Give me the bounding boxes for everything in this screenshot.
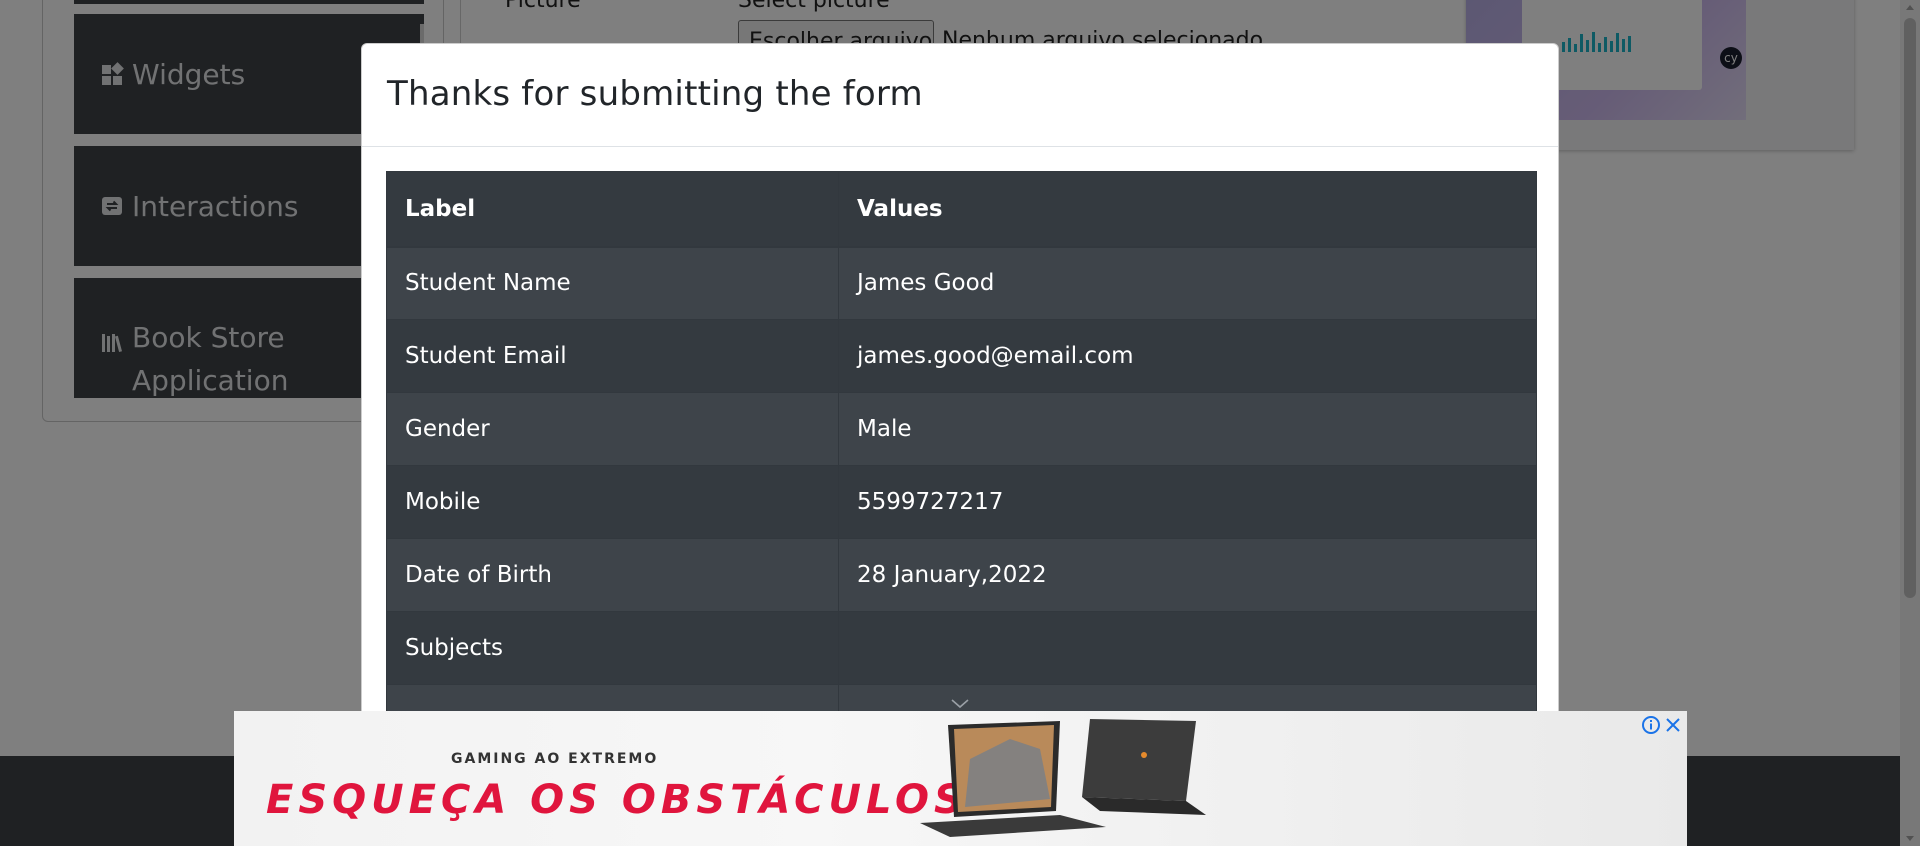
close-icon[interactable] <box>1663 715 1683 735</box>
row-value: 5599727217 <box>838 465 1537 539</box>
table-header-row: Label Values <box>386 171 1537 248</box>
row-value: james.good@email.com <box>838 319 1537 393</box>
row-value: 28 January,2022 <box>838 538 1537 612</box>
row-value <box>838 684 1537 715</box>
table-row: Gender Male <box>386 392 1537 466</box>
table-row: Student Email james.good@email.com <box>386 319 1537 393</box>
table-row: Mobile 5599727217 <box>386 465 1537 539</box>
ad-kicker-text: GAMING AO EXTREMO <box>451 751 659 767</box>
row-value <box>838 611 1537 685</box>
table-row: Subjects <box>386 611 1537 685</box>
ad-headline[interactable]: ESQUEÇA OS OBSTÁCULOS <box>266 777 968 823</box>
row-label: Date of Birth <box>386 538 839 612</box>
column-header-label: Label <box>386 171 839 248</box>
row-label <box>386 684 839 715</box>
row-label: Student Name <box>386 246 839 320</box>
modal-header: Thanks for submitting the form <box>362 44 1558 147</box>
laptop-image-back <box>1082 719 1206 815</box>
row-label: Mobile <box>386 465 839 539</box>
row-label: Gender <box>386 392 839 466</box>
modal-title: Thanks for submitting the form <box>387 74 923 114</box>
results-table: Label Values Student Name James Good Stu… <box>386 171 1537 715</box>
table-row: Date of Birth 28 January,2022 <box>386 538 1537 612</box>
row-value: Male <box>838 392 1537 466</box>
row-label: Student Email <box>386 319 839 393</box>
ad-banner[interactable]: GAMING AO EXTREMO ESQUEÇA OS OBSTÁCULOS <box>234 711 1687 846</box>
column-header-values: Values <box>838 171 1537 248</box>
modal-body: Label Values Student Name James Good Stu… <box>362 147 1558 715</box>
row-label: Subjects <box>386 611 839 685</box>
info-icon[interactable] <box>1641 715 1661 735</box>
table-row: Student Name James Good <box>386 246 1537 320</box>
row-value: James Good <box>838 246 1537 320</box>
